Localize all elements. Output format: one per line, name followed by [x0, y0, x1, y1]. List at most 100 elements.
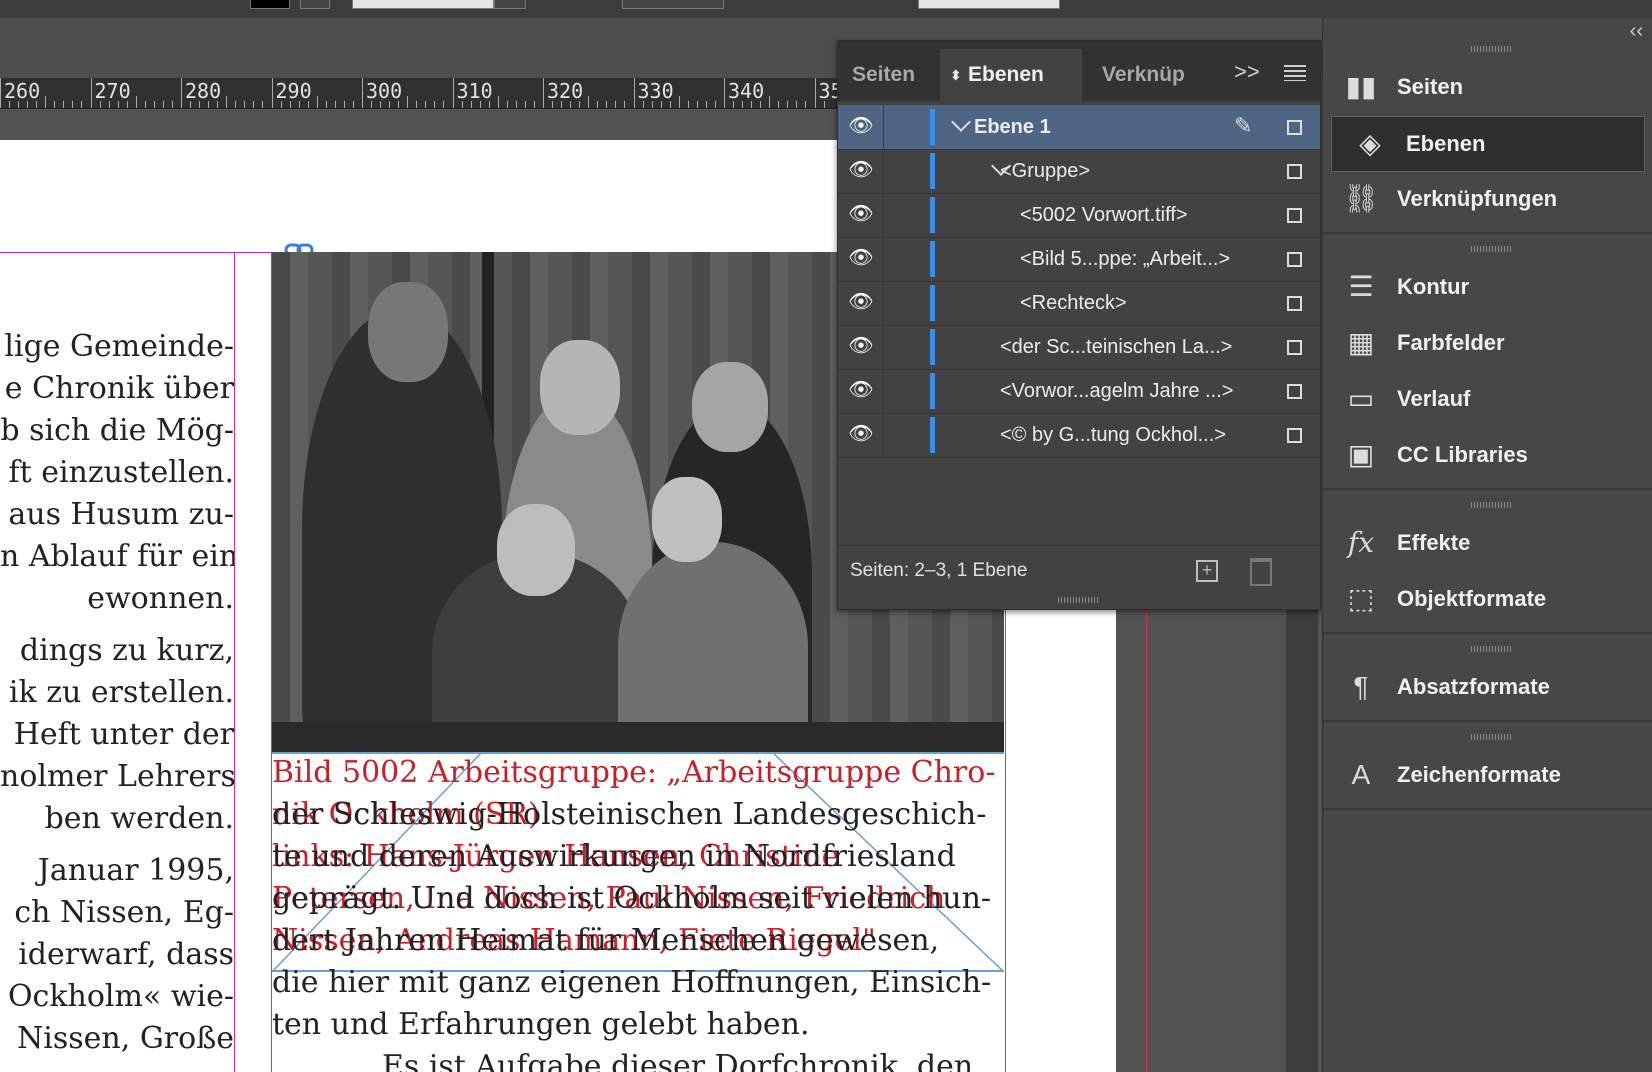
visibility-eye-icon[interactable]: 👁: [846, 421, 876, 447]
ruler-tick: [253, 101, 255, 108]
lock-column[interactable]: [883, 237, 884, 281]
visibility-eye-icon[interactable]: 👁: [846, 245, 876, 271]
lock-column[interactable]: [883, 105, 884, 149]
ruler-tick: [416, 101, 418, 108]
dock-group-grip[interactable]: [1471, 46, 1511, 52]
body-text-line: aus Husum zu-: [8, 497, 234, 532]
stroke-weight-field[interactable]: [300, 0, 330, 9]
body-text-line: ft einzustellen.: [8, 455, 235, 490]
dock-item-verlauf[interactable]: ▭ Verlauf: [1323, 372, 1652, 426]
layer-item-row[interactable]: 👁 <Rechteck>: [838, 281, 1320, 326]
ruler-tick: [334, 101, 336, 108]
layer-item-row[interactable]: 👁 <Vorwor...agelm Jahre ...>: [838, 369, 1320, 414]
dock-group-grip[interactable]: [1471, 734, 1511, 740]
body-text-line: Es ist Aufgabe dieser Dorfchronik, den: [382, 1049, 974, 1072]
lock-column[interactable]: [883, 325, 884, 369]
ruler-tick: [226, 96, 228, 108]
horizontal-ruler[interactable]: 26027028029030031032033034035: [0, 78, 840, 109]
layer-item-row[interactable]: 👁 <der Sc...teinischen La...>: [838, 325, 1320, 370]
dock-item-label: Objektformate: [1397, 586, 1547, 611]
dock-item-label: Farbfelder: [1397, 330, 1505, 355]
layer-item-row[interactable]: 👁 <5002 Vorwort.tiff>: [838, 193, 1320, 238]
tab-ebenen[interactable]: ⬍ Ebenen: [940, 49, 1082, 101]
dock-group-grip[interactable]: [1471, 502, 1511, 508]
ruler-tick: [153, 101, 155, 108]
fill-swatch[interactable]: [250, 0, 290, 9]
character-styles-icon: A: [1351, 759, 1371, 790]
selection-square-icon[interactable]: [1287, 120, 1302, 135]
dock-item-zeichenformate[interactable]: A Zeichenformate: [1323, 748, 1652, 802]
selection-square-icon[interactable]: [1287, 296, 1302, 311]
dock-item-farbfelder[interactable]: ▦ Farbfelder: [1323, 316, 1652, 370]
collapse-dock-button[interactable]: ‹‹: [1630, 20, 1643, 43]
tab-verknuepfungen[interactable]: Verknüp: [1090, 49, 1202, 101]
dock-group-grip[interactable]: [1471, 646, 1511, 652]
delete-icon[interactable]: [1250, 558, 1272, 586]
ruler-tick: [352, 101, 354, 108]
dock-item-objektformate[interactable]: ⬚ Objektformate: [1323, 572, 1652, 626]
panel-footer: Seiten: 2–3, 1 Ebene +: [838, 545, 1320, 596]
style-field[interactable]: [918, 0, 1060, 9]
layer-name: <Gruppe>: [1000, 160, 1091, 182]
panel-resize-grip[interactable]: [1058, 597, 1098, 603]
disclosure-chevron-icon[interactable]: [951, 112, 971, 132]
dock-item-absatzformate[interactable]: ¶ Absatzformate: [1323, 660, 1652, 714]
ruler-tick: [452, 78, 454, 108]
lock-column[interactable]: [883, 413, 884, 457]
ruler-tick: [144, 101, 146, 108]
ruler-tick: [533, 101, 535, 108]
lock-column[interactable]: [883, 369, 884, 413]
layer-item-row[interactable]: 👁 <Gruppe>: [838, 149, 1320, 194]
layer-name: <Bild 5...ppe: „Arbeit...>: [1020, 248, 1231, 270]
ruler-tick: [0, 78, 1, 108]
value-field[interactable]: [352, 0, 494, 9]
value-field-dropdown[interactable]: [494, 0, 526, 9]
dock-item-verknüpfungen[interactable]: ⛓ Verknüpfungen: [1323, 172, 1652, 226]
lock-column[interactable]: [883, 149, 884, 193]
caption-text-frame[interactable]: Bild 5002 Arbeitsgruppe: „Arbeitsgruppe …: [272, 752, 1004, 1072]
dock-item-effekte[interactable]: fx Effekte: [1323, 516, 1652, 570]
selection-square-icon[interactable]: [1287, 252, 1302, 267]
new-layer-icon[interactable]: +: [1196, 560, 1218, 582]
layer-color-bar: [930, 153, 935, 189]
layer-item-row[interactable]: 👁 <Bild 5...ppe: „Arbeit...>: [838, 237, 1320, 282]
visibility-eye-icon[interactable]: 👁: [846, 377, 876, 403]
ruler-tick: [615, 101, 617, 108]
layer-name: Ebene 1: [974, 116, 1051, 138]
dock-item-cc-libraries[interactable]: ▣ CC Libraries: [1323, 428, 1652, 482]
panel-expand-button[interactable]: >>: [1234, 55, 1262, 89]
selection-square-icon[interactable]: [1287, 208, 1302, 223]
selection-square-icon[interactable]: [1287, 164, 1302, 179]
dock-item-ebenen[interactable]: ◈ Ebenen: [1331, 116, 1645, 172]
visibility-eye-icon[interactable]: 👁: [846, 289, 876, 315]
selection-square-icon[interactable]: [1287, 384, 1302, 399]
ruler-tick: [325, 101, 327, 108]
layer-row-ebene-1[interactable]: 👁 Ebene 1 ✎: [838, 105, 1320, 150]
ruler-tick: [606, 101, 608, 108]
selection-square-icon[interactable]: [1287, 428, 1302, 443]
photo-person: [692, 362, 768, 452]
dock-item-kontur[interactable]: ☰ Kontur: [1323, 260, 1652, 314]
tab-seiten[interactable]: Seiten: [840, 49, 942, 101]
photo-person: [652, 477, 722, 562]
panel-menu-icon[interactable]: [1284, 65, 1306, 81]
body-text-line: iderwarf, dass: [18, 937, 234, 972]
visibility-eye-icon[interactable]: 👁: [846, 201, 876, 227]
lock-column[interactable]: [883, 193, 884, 237]
body-text-line: n Ablauf für ein: [0, 539, 235, 574]
layer-item-row[interactable]: 👁 <© by G...tung Ockhol...>: [838, 413, 1320, 458]
body-text-line: ch Nissen, Eg-: [14, 895, 234, 930]
dock-item-label: Verlauf: [1397, 386, 1471, 411]
lock-column[interactable]: [883, 281, 884, 325]
visibility-eye-icon[interactable]: 👁: [846, 113, 876, 139]
selection-square-icon[interactable]: [1287, 340, 1302, 355]
body-text-line: dert Jahren Heimat für Menschen gewesen,: [272, 923, 940, 958]
swatches-icon: ▦: [1347, 327, 1375, 358]
left-text-frame[interactable]: lige Gemeinde-e Chronik über b sich die M…: [0, 252, 235, 1072]
zoom-field[interactable]: [622, 0, 724, 9]
visibility-eye-icon[interactable]: 👁: [846, 333, 876, 359]
dock-item-seiten[interactable]: ▮▮ Seiten: [1323, 60, 1652, 114]
visibility-eye-icon[interactable]: 👁: [846, 157, 876, 183]
pen-target-icon[interactable]: ✎: [1234, 113, 1252, 139]
dock-group-grip[interactable]: [1471, 246, 1511, 252]
